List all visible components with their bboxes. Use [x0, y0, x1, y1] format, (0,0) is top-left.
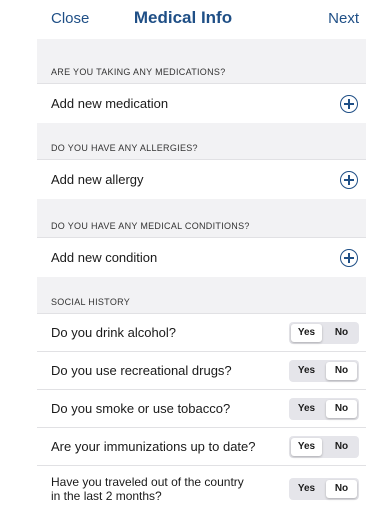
- no-option[interactable]: No: [326, 324, 357, 342]
- plus-circle-icon[interactable]: [340, 95, 358, 113]
- social-history-header-text: SOCIAL HISTORY: [51, 297, 131, 307]
- add-condition-label: Add new condition: [51, 250, 158, 265]
- allergies-section-header: DO YOU HAVE ANY ALLERGIES?: [37, 123, 366, 159]
- no-option[interactable]: No: [326, 438, 357, 456]
- question-label: Do you use recreational drugs?: [51, 363, 232, 378]
- yes-no-toggle[interactable]: Yes No: [289, 436, 359, 458]
- yes-no-toggle[interactable]: Yes No: [289, 398, 359, 420]
- yes-option[interactable]: Yes: [291, 324, 322, 342]
- question-label: Do you drink alcohol?: [51, 325, 177, 340]
- question-row-drugs: Do you use recreational drugs? Yes No: [37, 351, 366, 389]
- allergies-header-text: DO YOU HAVE ANY ALLERGIES?: [51, 143, 198, 153]
- question-label: Have you traveled out of the country in …: [51, 475, 244, 503]
- no-option[interactable]: No: [326, 480, 357, 498]
- question-row-alcohol: Do you drink alcohol? Yes No: [37, 313, 366, 351]
- plus-circle-icon[interactable]: [340, 171, 358, 189]
- next-button[interactable]: Next: [328, 10, 359, 27]
- conditions-header-text: DO YOU HAVE ANY MEDICAL CONDITIONS?: [51, 221, 250, 231]
- yes-option[interactable]: Yes: [291, 480, 322, 498]
- yes-option[interactable]: Yes: [291, 438, 322, 456]
- question-label: Are your immunizations up to date?: [51, 439, 256, 454]
- question-label: Do you smoke or use tobacco?: [51, 401, 231, 416]
- question-row-travel: Have you traveled out of the country in …: [37, 465, 366, 511]
- yes-option[interactable]: Yes: [291, 362, 322, 380]
- add-medication-row[interactable]: Add new medication: [37, 83, 366, 123]
- medications-header-text: ARE YOU TAKING ANY MEDICATIONS?: [51, 67, 226, 77]
- question-row-tobacco: Do you smoke or use tobacco? Yes No: [37, 389, 366, 427]
- no-option[interactable]: No: [326, 362, 357, 380]
- navigation-bar: Close Medical Info Next: [0, 0, 366, 39]
- no-option[interactable]: No: [326, 400, 357, 418]
- page-title: Medical Info: [133, 8, 233, 27]
- question-row-immunizations: Are your immunizations up to date? Yes N…: [37, 427, 366, 465]
- add-condition-row[interactable]: Add new condition: [37, 237, 366, 277]
- add-allergy-row[interactable]: Add new allergy: [37, 159, 366, 199]
- conditions-section-header: DO YOU HAVE ANY MEDICAL CONDITIONS?: [37, 199, 366, 237]
- medications-section-header: ARE YOU TAKING ANY MEDICATIONS?: [37, 39, 366, 83]
- yes-no-toggle[interactable]: Yes No: [289, 478, 359, 500]
- yes-option[interactable]: Yes: [291, 400, 322, 418]
- add-medication-label: Add new medication: [51, 96, 169, 111]
- yes-no-toggle[interactable]: Yes No: [289, 322, 359, 344]
- social-history-section-header: SOCIAL HISTORY: [37, 277, 366, 313]
- plus-circle-icon[interactable]: [340, 249, 358, 267]
- add-allergy-label: Add new allergy: [51, 172, 144, 187]
- yes-no-toggle[interactable]: Yes No: [289, 360, 359, 382]
